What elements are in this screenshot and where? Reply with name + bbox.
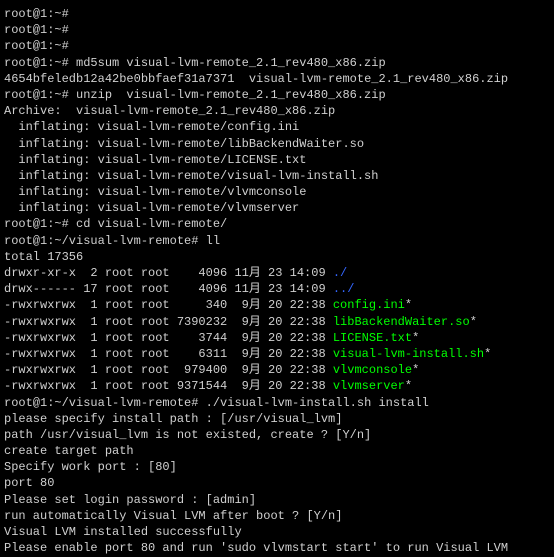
terminal-line: -rwxrwxrwx 1 root root 979400 9月 20 22:3… (4, 362, 550, 378)
terminal-line: root@1:~# (4, 6, 550, 22)
terminal-line: create target path (4, 443, 550, 459)
shell-output: ./ (333, 266, 347, 280)
shell-output: LICENSE.txt (333, 331, 412, 345)
shell-output: Please set login password : [admin] (4, 493, 256, 507)
shell-output: Specify work port : [80] (4, 460, 177, 474)
shell-prompt: root@1:~/visual-lvm-remote# (4, 234, 198, 248)
shell-output: 4654bfeledb12a42be0bbfaef31a7371 (4, 72, 249, 86)
shell-output: inflating: visual-lvm-remote/vlvmconsole (4, 185, 306, 199)
terminal-line: inflating: visual-lvm-remote/LICENSE.txt (4, 152, 550, 168)
shell-output: Visual LVM installed successfully (4, 525, 242, 539)
shell-prompt: root@1:~# (4, 88, 69, 102)
shell-prompt: root@1:~# (4, 56, 69, 70)
terminal-line: please specify install path : [/usr/visu… (4, 411, 550, 427)
terminal-line: -rwxrwxrwx 1 root root 3744 9月 20 22:38 … (4, 330, 550, 346)
shell-output: ../ (333, 282, 355, 296)
shell-output: drwx------ 17 root root 4096 11月 23 14:0… (4, 282, 333, 296)
shell-output: inflating: visual-lvm-remote/LICENSE.txt (4, 153, 306, 167)
shell-output: visual-lvm-install.sh (333, 347, 484, 361)
terminal-line: total 17356 (4, 249, 550, 265)
terminal-line: Visual LVM installed successfully (4, 524, 550, 540)
terminal-line: port 80 (4, 475, 550, 491)
shell-output: -rwxrwxrwx 1 root root 3744 9月 20 22:38 (4, 331, 333, 345)
terminal-line: root@1:~# unzip visual-lvm-remote_2.1_re… (4, 87, 550, 103)
shell-output: libBackendWaiter.so (333, 315, 470, 329)
shell-prompt: root@1:~# (4, 39, 69, 53)
terminal-line: root@1:~# (4, 22, 550, 38)
terminal-line: -rwxrwxrwx 1 root root 340 9月 20 22:38 c… (4, 297, 550, 313)
terminal-line: Specify work port : [80] (4, 459, 550, 475)
terminal-line: drwxr-xr-x 2 root root 4096 11月 23 14:09… (4, 265, 550, 281)
terminal-line: Archive: visual-lvm-remote_2.1_rev480_x8… (4, 103, 550, 119)
shell-output: drwxr-xr-x 2 root root 4096 11月 23 14:09 (4, 266, 333, 280)
shell-command: cd visual-lvm-remote/ (69, 217, 227, 231)
shell-output: -rwxrwxrwx 1 root root 6311 9月 20 22:38 (4, 347, 333, 361)
shell-output: vlvmconsole (333, 363, 412, 377)
terminal[interactable]: root@1:~#root@1:~#root@1:~#root@1:~# md5… (0, 0, 554, 557)
terminal-line: Please enable port 80 and run 'sudo vlvm… (4, 540, 550, 556)
shell-output: run automatically Visual LVM after boot … (4, 509, 342, 523)
shell-prompt: root@1:~# (4, 217, 69, 231)
shell-output: inflating: visual-lvm-remote/config.ini (4, 120, 299, 134)
shell-output: config.ini (333, 298, 405, 312)
terminal-line: inflating: visual-lvm-remote/libBackendW… (4, 136, 550, 152)
shell-output: * (470, 315, 477, 329)
shell-prompt: root@1:~# (4, 7, 69, 21)
terminal-line: inflating: visual-lvm-remote/visual-lvm-… (4, 168, 550, 184)
terminal-line: path /usr/visual_lvm is not existed, cre… (4, 427, 550, 443)
shell-output: visual-lvm-remote_2.1_rev480_x86.zip (249, 72, 508, 86)
shell-command: unzip visual-lvm-remote_2.1_rev480_x86.z… (69, 88, 386, 102)
shell-output: inflating: visual-lvm-remote/vlvmserver (4, 201, 299, 215)
terminal-line: 4654bfeledb12a42be0bbfaef31a7371 visual-… (4, 71, 550, 87)
shell-output: path /usr/visual_lvm is not existed, cre… (4, 428, 371, 442)
shell-output: Archive: visual-lvm-remote_2.1_rev480_x8… (4, 104, 335, 118)
shell-output: please specify install path : [/usr/visu… (4, 412, 342, 426)
shell-output: * (412, 363, 419, 377)
terminal-line: root@1:~# md5sum visual-lvm-remote_2.1_r… (4, 55, 550, 71)
shell-command: md5sum visual-lvm-remote_2.1_rev480_x86.… (69, 56, 386, 70)
shell-prompt: root@1:~# (4, 23, 69, 37)
shell-output: -rwxrwxrwx 1 root root 340 9月 20 22:38 (4, 298, 333, 312)
terminal-line: root@1:~# cd visual-lvm-remote/ (4, 216, 550, 232)
shell-output: total 17356 (4, 250, 83, 264)
shell-output: inflating: visual-lvm-remote/visual-lvm-… (4, 169, 378, 183)
shell-output: create target path (4, 444, 134, 458)
terminal-line: root@1:~/visual-lvm-remote# ./visual-lvm… (4, 395, 550, 411)
shell-output: -rwxrwxrwx 1 root root 7390232 9月 20 22:… (4, 315, 333, 329)
shell-prompt: root@1:~/visual-lvm-remote# (4, 396, 198, 410)
terminal-line: Please set login password : [admin] (4, 492, 550, 508)
shell-output: * (484, 347, 491, 361)
terminal-line: inflating: visual-lvm-remote/config.ini (4, 119, 550, 135)
terminal-line: drwx------ 17 root root 4096 11月 23 14:0… (4, 281, 550, 297)
terminal-line: -rwxrwxrwx 1 root root 7390232 9月 20 22:… (4, 314, 550, 330)
shell-output: -rwxrwxrwx 1 root root 979400 9月 20 22:3… (4, 363, 333, 377)
shell-output: * (412, 331, 419, 345)
terminal-line: root@1:~/visual-lvm-remote# ll (4, 233, 550, 249)
terminal-line: root@1:~# (4, 38, 550, 54)
terminal-line: inflating: visual-lvm-remote/vlvmconsole (4, 184, 550, 200)
shell-command: ./visual-lvm-install.sh install (198, 396, 428, 410)
terminal-line: run automatically Visual LVM after boot … (4, 508, 550, 524)
terminal-line: -rwxrwxrwx 1 root root 9371544 9月 20 22:… (4, 378, 550, 394)
shell-output: -rwxrwxrwx 1 root root 9371544 9月 20 22:… (4, 379, 333, 393)
shell-output: * (405, 298, 412, 312)
shell-output: Please enable port 80 and run 'sudo vlvm… (4, 541, 508, 555)
shell-output: * (405, 379, 412, 393)
terminal-line: -rwxrwxrwx 1 root root 6311 9月 20 22:38 … (4, 346, 550, 362)
shell-output: vlvmserver (333, 379, 405, 393)
shell-command: ll (198, 234, 220, 248)
shell-output: inflating: visual-lvm-remote/libBackendW… (4, 137, 364, 151)
terminal-line: inflating: visual-lvm-remote/vlvmserver (4, 200, 550, 216)
shell-output: port 80 (4, 476, 54, 490)
